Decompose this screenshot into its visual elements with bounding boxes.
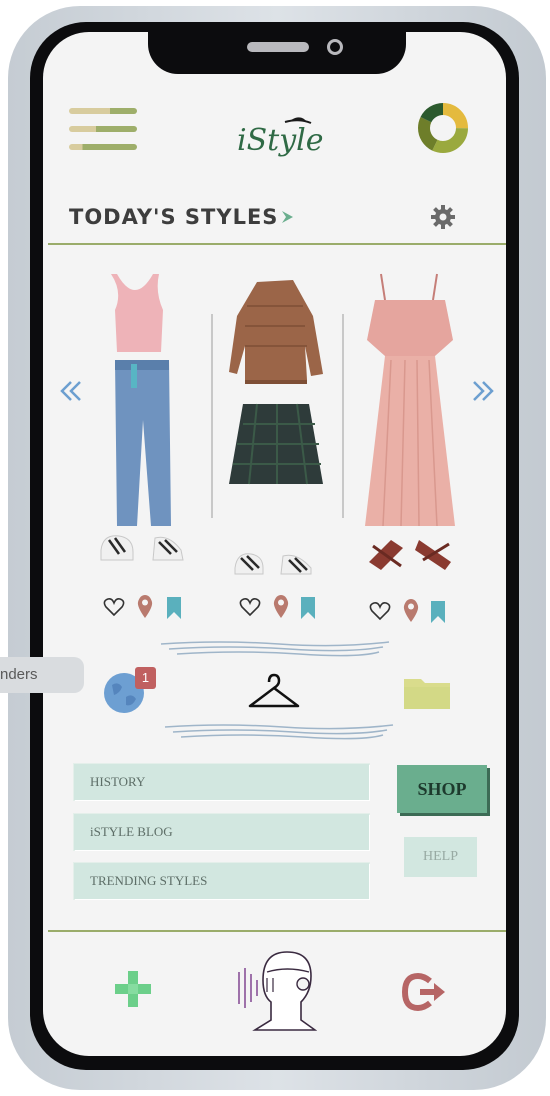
blog-button[interactable]: iSTYLE BLOG xyxy=(74,814,369,850)
outfit-2-image xyxy=(229,280,323,575)
outfit-3-image xyxy=(365,273,455,570)
bookmark-icon[interactable] xyxy=(167,597,181,624)
location-pin-icon[interactable] xyxy=(403,599,419,628)
reminders-tooltip[interactable]: nders xyxy=(0,657,84,693)
help-button[interactable]: HELP xyxy=(404,837,477,877)
heart-icon[interactable] xyxy=(239,597,261,622)
trending-styles-button[interactable]: TRENDING STYLES xyxy=(74,863,369,899)
heart-icon[interactable] xyxy=(103,597,125,622)
folder-icon[interactable] xyxy=(403,675,451,716)
outfit-actions-2 xyxy=(239,595,329,621)
settings-gear-icon[interactable] xyxy=(430,204,456,235)
heart-icon[interactable] xyxy=(369,601,391,626)
bookmark-icon[interactable] xyxy=(301,597,315,624)
chevron-right-icon[interactable] xyxy=(279,208,297,231)
carousel-next-icon[interactable] xyxy=(471,380,495,407)
footer-divider xyxy=(48,930,506,932)
shop-button[interactable]: SHOP xyxy=(397,765,487,813)
logo-text: iStyle xyxy=(237,123,323,158)
outfit-1-image xyxy=(100,274,184,561)
notification-badge: 1 xyxy=(135,667,156,689)
outfit-card-2[interactable] xyxy=(227,276,337,576)
wavy-decor-bottom xyxy=(163,721,395,748)
outfit-separator xyxy=(342,314,344,518)
location-pin-icon[interactable] xyxy=(273,595,289,624)
logout-icon[interactable] xyxy=(401,972,448,1016)
history-button[interactable]: HISTORY xyxy=(74,764,369,800)
outfit-actions-1 xyxy=(103,595,193,621)
outfit-card-1[interactable] xyxy=(95,270,205,580)
phone-camera xyxy=(327,39,343,55)
add-icon[interactable] xyxy=(113,969,153,1014)
app-logo: iStyle xyxy=(233,106,324,166)
menu-icon[interactable] xyxy=(69,108,139,152)
carousel-prev-icon[interactable] xyxy=(59,380,83,407)
page-title: TODAY'S STYLES xyxy=(69,205,279,229)
header-divider xyxy=(48,243,506,245)
outfit-separator xyxy=(211,314,213,518)
phone-speaker xyxy=(247,42,309,52)
voice-assistant-icon[interactable] xyxy=(235,948,318,1041)
hanger-icon[interactable] xyxy=(247,672,301,717)
app-screen: iStyle TODAY'S STYLES 1 HISTORY iSTYLE B… xyxy=(43,32,506,1056)
bookmark-icon[interactable] xyxy=(431,601,445,628)
outfit-actions-3 xyxy=(369,599,459,625)
outfit-card-3[interactable] xyxy=(361,270,471,580)
location-pin-icon[interactable] xyxy=(137,595,153,624)
profile-ring-icon[interactable] xyxy=(417,102,469,154)
wavy-decor-top xyxy=(159,638,391,665)
